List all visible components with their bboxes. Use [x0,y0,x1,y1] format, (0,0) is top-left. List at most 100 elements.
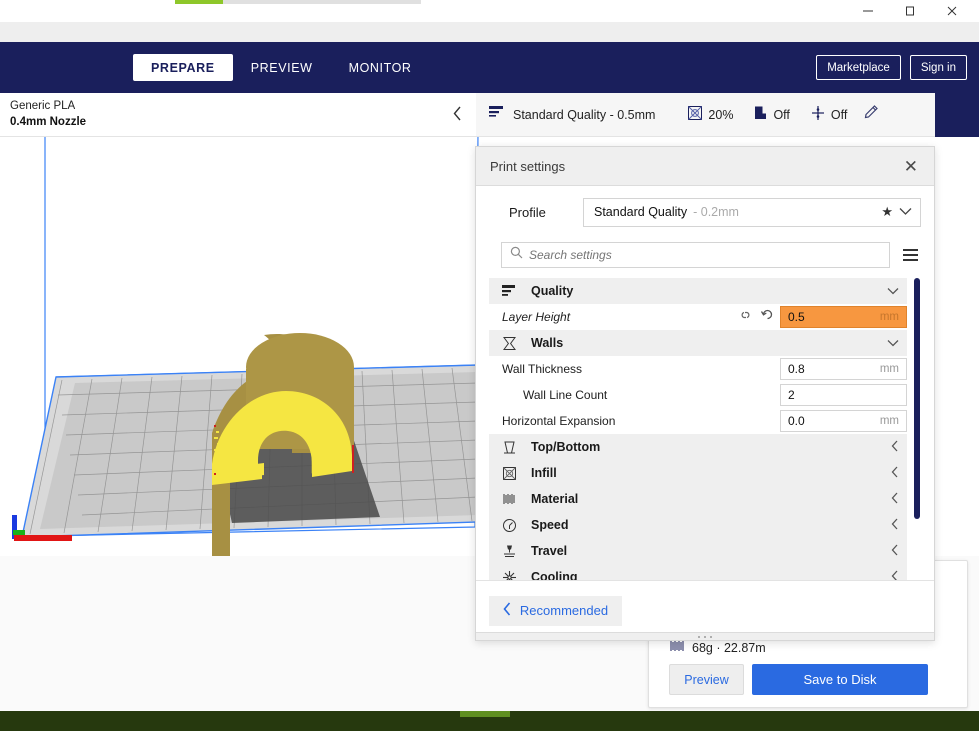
category-top-bottom[interactable]: Top/Bottom [489,434,907,460]
material-info: Generic PLA 0.4mm Nozzle [10,99,86,130]
setting-value-field[interactable]: 0.0 mm [780,410,907,432]
material-selector[interactable]: Generic PLA 0.4mm Nozzle [0,93,476,137]
edit-pencil-icon[interactable] [863,104,879,125]
material-name: Generic PLA [10,99,76,112]
travel-icon [499,544,519,559]
profile-dropdown[interactable]: Standard Quality - 0.2mm ★ [583,197,921,227]
main-tabs: PREPARE PREVIEW MONITOR [133,54,430,81]
profile-label: Profile [509,204,546,220]
axis-y [13,530,25,535]
category-material[interactable]: Material [489,486,907,512]
star-icon[interactable]: ★ [881,204,893,220]
chevron-left-icon [891,466,899,481]
category-label: Speed [531,518,569,532]
recommended-button[interactable]: Recommended [489,595,622,626]
infill-value: 20% [708,107,734,122]
nozzle-size: 0.4mm Nozzle [10,115,87,128]
signin-button[interactable]: Sign in [909,55,967,80]
configuration-bar: Generic PLA 0.4mm Nozzle Standard Qualit… [0,93,979,137]
dialog-resize-grip[interactable] [476,632,934,640]
category-speed[interactable]: Speed [489,512,907,538]
category-quality[interactable]: Quality [489,278,907,304]
setting-wall-line-count[interactable]: Wall Line Count 2 [489,382,907,408]
chevron-left-icon[interactable] [453,106,462,126]
material-icon [669,639,685,656]
marketplace-button[interactable]: Marketplace [816,55,901,80]
profile-sublabel: - 0.2mm [693,205,739,219]
chevron-down-icon [887,284,899,298]
setting-horizontal-expansion[interactable]: Horizontal Expansion 0.0 mm [489,408,907,434]
scrollbar-thumb[interactable] [914,278,920,519]
setting-label: Wall Line Count [523,388,608,402]
tab-preview[interactable]: PREVIEW [233,54,331,81]
category-cooling[interactable]: Cooling [489,564,907,580]
profile-summary-text: Standard Quality - 0.5mm [513,107,656,122]
taskbar-accent [460,711,510,717]
dialog-footer: Recommended [476,580,934,640]
dialog-close-icon[interactable]: ✕ [900,156,922,177]
save-to-disk-button[interactable]: Save to Disk [752,664,928,695]
chevron-left-icon [891,544,899,559]
maximize-icon[interactable] [889,0,931,22]
adhesion-value: Off [830,107,848,122]
setting-value-field[interactable]: 0.8 mm [780,358,907,380]
infill-icon [499,466,519,481]
category-label: Walls [531,336,564,350]
setting-value: 0.8 [788,362,805,376]
walls-icon [499,336,519,351]
search-icon [510,246,523,264]
dialog-title: Print settings [490,158,566,174]
search-input[interactable] [529,248,881,262]
material-usage-text: 68g · 22.87m [692,640,766,655]
top-progress-fill [175,0,223,4]
chevron-left-icon [891,570,899,580]
setting-value-field[interactable]: 0.5 mm [780,306,907,328]
setting-layer-height[interactable]: Layer Height 0.5 mm [489,304,907,330]
setting-icons [738,308,774,326]
search-box[interactable] [501,242,890,268]
recommended-label: Recommended [519,603,609,618]
adhesion-icon [810,105,826,124]
chevron-left-icon [891,518,899,533]
revert-icon[interactable] [760,308,774,326]
setting-wall-thickness[interactable]: Wall Thickness 0.8 mm [489,356,907,382]
configbar-right-filler [935,93,979,137]
setting-label: Horizontal Expansion [502,414,616,428]
profile-summary-button[interactable]: Standard Quality - 0.5mm [488,105,655,124]
setting-value-field[interactable]: 2 [780,384,907,406]
tab-prepare[interactable]: PREPARE [133,54,233,81]
settings-list[interactable]: Quality Layer Height 0.5 mm Walls Wall T… [489,278,907,580]
quality-icon [499,284,519,298]
preview-button[interactable]: Preview [669,664,744,695]
tab-monitor[interactable]: MONITOR [331,54,430,81]
settings-visibility-icon[interactable] [900,246,921,264]
support-stat[interactable]: Off [745,105,797,124]
link-icon[interactable] [738,308,753,326]
close-icon[interactable] [931,0,973,22]
infill-stat[interactable]: 20% [679,105,741,124]
profile-row: Profile Standard Quality - 0.2mm ★ [476,186,934,238]
speed-icon [499,518,519,533]
setting-unit: mm [879,311,899,323]
minimize-icon[interactable] [847,0,889,22]
category-walls[interactable]: Walls [489,330,907,356]
material-icon [499,492,519,506]
print-setup-selector: Standard Quality - 0.5mm 20% Off Off [476,93,935,137]
setting-label: Layer Height [502,310,571,324]
category-label: Quality [531,284,574,298]
window-titlebar [0,0,979,22]
infill-icon [687,105,703,124]
settings-scrollbar[interactable] [913,278,921,580]
chevron-down-icon [899,203,912,221]
dialog-titlebar: Print settings ✕ [476,147,934,186]
adhesion-stat[interactable]: Off [802,105,855,124]
category-infill[interactable]: Infill [489,460,907,486]
job-actions: Preview Save to Disk [669,664,928,695]
app-header: PREPARE PREVIEW MONITOR Marketplace Sign… [0,42,979,93]
setting-unit: mm [879,363,899,375]
axis-x [14,535,72,541]
category-travel[interactable]: Travel [489,538,907,564]
material-usage: 68g · 22.87m [669,639,766,656]
setting-unit: mm [879,415,899,427]
category-label: Travel [531,544,568,558]
